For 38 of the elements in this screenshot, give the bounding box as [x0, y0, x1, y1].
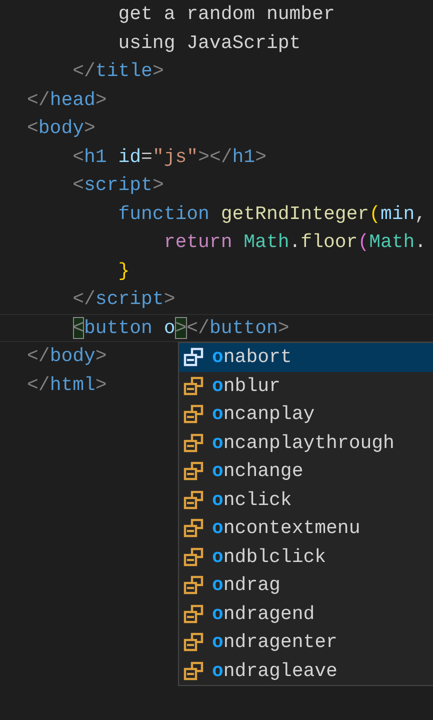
suggestion-item[interactable]: ondragleave	[179, 656, 433, 685]
boxes-icon	[183, 432, 205, 453]
code-line: function getRndInteger(min,	[117, 202, 426, 225]
code-line: return Math.floor(Math.	[162, 231, 426, 254]
suggestion-item[interactable]: ondragenter	[179, 628, 433, 656]
boxes-icon	[183, 575, 205, 596]
boxes-icon	[183, 604, 205, 624]
boxes-icon	[183, 518, 205, 538]
code-line: </title>	[72, 60, 164, 82]
suggestion-item[interactable]: onabort	[179, 343, 433, 372]
code-line: <button o></button>	[72, 316, 290, 339]
boxes-icon	[183, 490, 205, 510]
code-line: </head>	[27, 88, 107, 111]
code-line: }	[117, 260, 130, 282]
code-line: </script>	[72, 288, 176, 310]
boxes-icon	[183, 461, 205, 482]
suggestion-item[interactable]: oncontextmenu	[179, 514, 433, 542]
boxes-icon	[183, 376, 205, 396]
suggestion-item[interactable]: oncanplaythrough	[179, 428, 433, 457]
code-line: <body>	[27, 117, 96, 140]
boxes-icon	[183, 632, 205, 652]
suggestion-item[interactable]: oncanplay	[179, 400, 433, 428]
boxes-icon	[183, 347, 205, 368]
suggestion-item[interactable]: onclick	[179, 486, 433, 514]
boxes-icon	[183, 660, 205, 681]
suggestion-item[interactable]: ondblclick	[179, 542, 433, 571]
suggestion-item[interactable]: ondragend	[179, 600, 433, 628]
suggestion-item[interactable]: onblur	[179, 372, 433, 400]
code-line: get a random number	[117, 3, 335, 26]
code-line: <script>	[72, 174, 164, 196]
code-line: </html>	[27, 374, 107, 396]
boxes-icon	[183, 546, 205, 567]
suggestion-item[interactable]: onchange	[179, 457, 433, 486]
boxes-icon	[183, 404, 205, 424]
code-line: using JavaScript	[117, 32, 301, 54]
suggestion-item[interactable]: ondrag	[179, 571, 433, 600]
code-line: </body>	[27, 345, 107, 368]
code-line: <h1 id="js"></h1>	[72, 146, 266, 168]
